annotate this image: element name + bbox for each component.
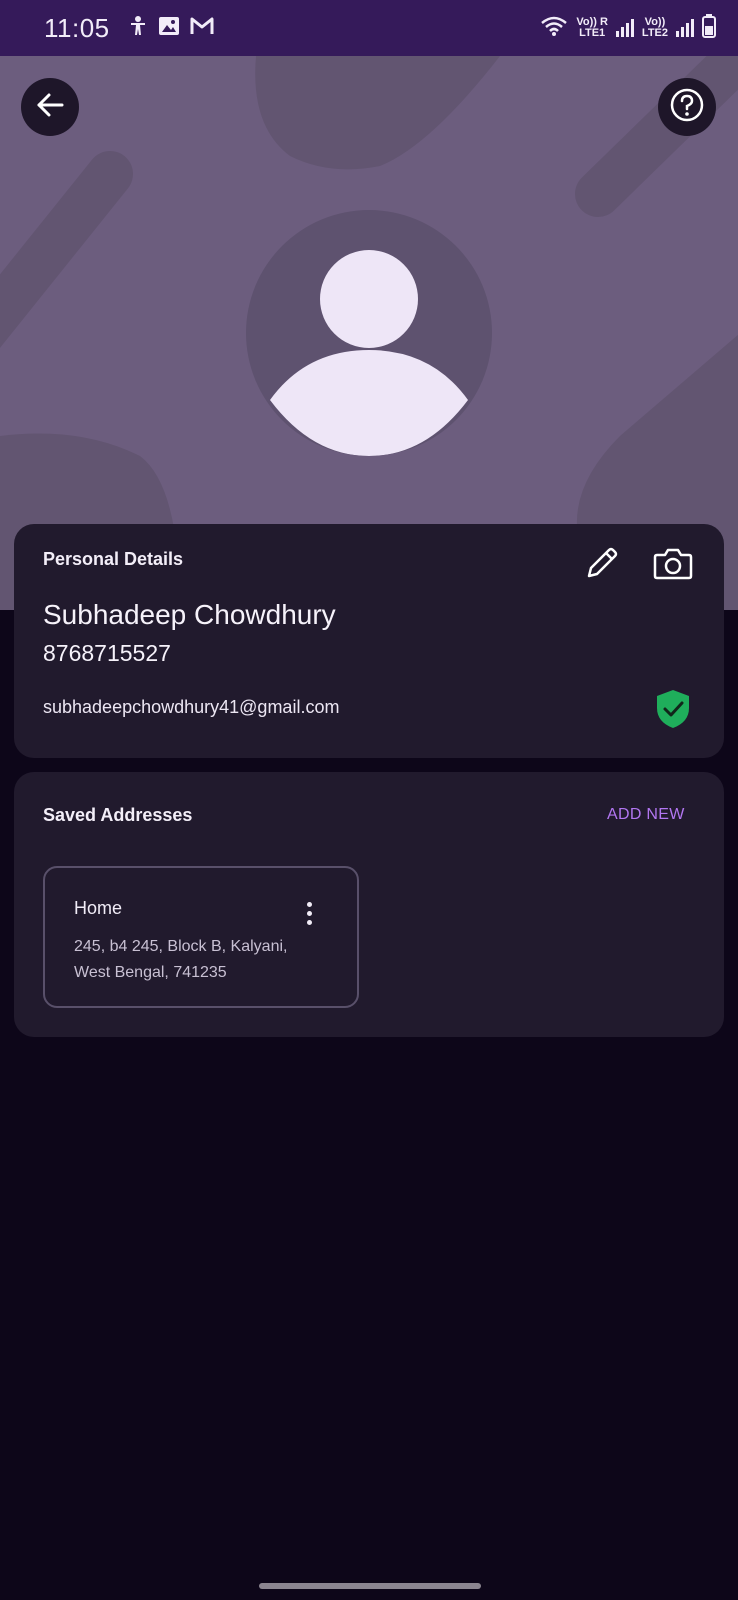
more-vert-icon-dot bbox=[306, 910, 312, 916]
question-icon bbox=[669, 87, 705, 128]
wifi-icon bbox=[540, 15, 568, 42]
pencil-icon bbox=[583, 544, 621, 587]
gallery-icon bbox=[158, 15, 180, 42]
notification-icons bbox=[128, 15, 214, 42]
accessibility-icon bbox=[128, 15, 148, 42]
avatar[interactable] bbox=[246, 210, 492, 456]
user-phone: 8768715527 bbox=[43, 640, 171, 666]
sim1-label-bottom: LTE1 bbox=[579, 27, 606, 39]
battery-icon bbox=[702, 13, 716, 43]
more-vert-icon-dot bbox=[306, 901, 312, 907]
edit-button[interactable] bbox=[580, 543, 624, 587]
camera-button[interactable] bbox=[651, 543, 695, 587]
address-tile[interactable]: Home 245, b4 245, Block B, Kalyani, West… bbox=[43, 866, 359, 1008]
address-label: Home bbox=[74, 898, 123, 918]
user-email: subhadeepchowdhury41@gmail.com bbox=[43, 697, 340, 717]
signal-icon-sim1 bbox=[615, 19, 634, 37]
signal-icon-sim2 bbox=[676, 19, 694, 37]
help-button[interactable] bbox=[658, 78, 716, 136]
status-left: 11:05 bbox=[44, 13, 214, 44]
personal-details-card: Personal Details Subhadeep Chowdhury 876… bbox=[14, 524, 724, 758]
user-name: Subhadeep Chowdhury bbox=[43, 599, 336, 630]
sim2-label-bottom: LTE2 bbox=[641, 27, 668, 39]
back-button[interactable] bbox=[21, 78, 79, 136]
sim1-network: Vo)) R LTE1 bbox=[576, 17, 608, 39]
shield-check-icon bbox=[655, 688, 691, 735]
sim2-network: Vo)) LTE2 bbox=[642, 17, 668, 39]
status-bar: 11:05 Vo)) R LTE1 Vo)) LTE2 bbox=[0, 0, 738, 56]
camera-icon bbox=[653, 545, 693, 586]
address-line-1: 245, b4 245, Block B, Kalyani, bbox=[74, 938, 288, 955]
address-line-2: West Bengal, 741235 bbox=[74, 964, 227, 981]
add-new-address-button[interactable]: ADD NEW bbox=[607, 806, 685, 824]
address-options-button[interactable] bbox=[297, 898, 321, 928]
status-time: 11:05 bbox=[44, 12, 110, 43]
arrow-left-icon bbox=[35, 90, 65, 125]
personal-details-title: Personal Details bbox=[43, 549, 184, 569]
user-silhouette-icon bbox=[270, 250, 468, 456]
home-indicator[interactable] bbox=[259, 1583, 481, 1589]
more-vert-icon-dot bbox=[306, 919, 312, 925]
saved-addresses-card: Saved Addresses ADD NEW Home 245, b4 245… bbox=[14, 772, 724, 1037]
gmail-icon bbox=[190, 16, 214, 41]
saved-addresses-title: Saved Addresses bbox=[43, 805, 193, 825]
status-right: Vo)) R LTE1 Vo)) LTE2 bbox=[540, 13, 716, 43]
